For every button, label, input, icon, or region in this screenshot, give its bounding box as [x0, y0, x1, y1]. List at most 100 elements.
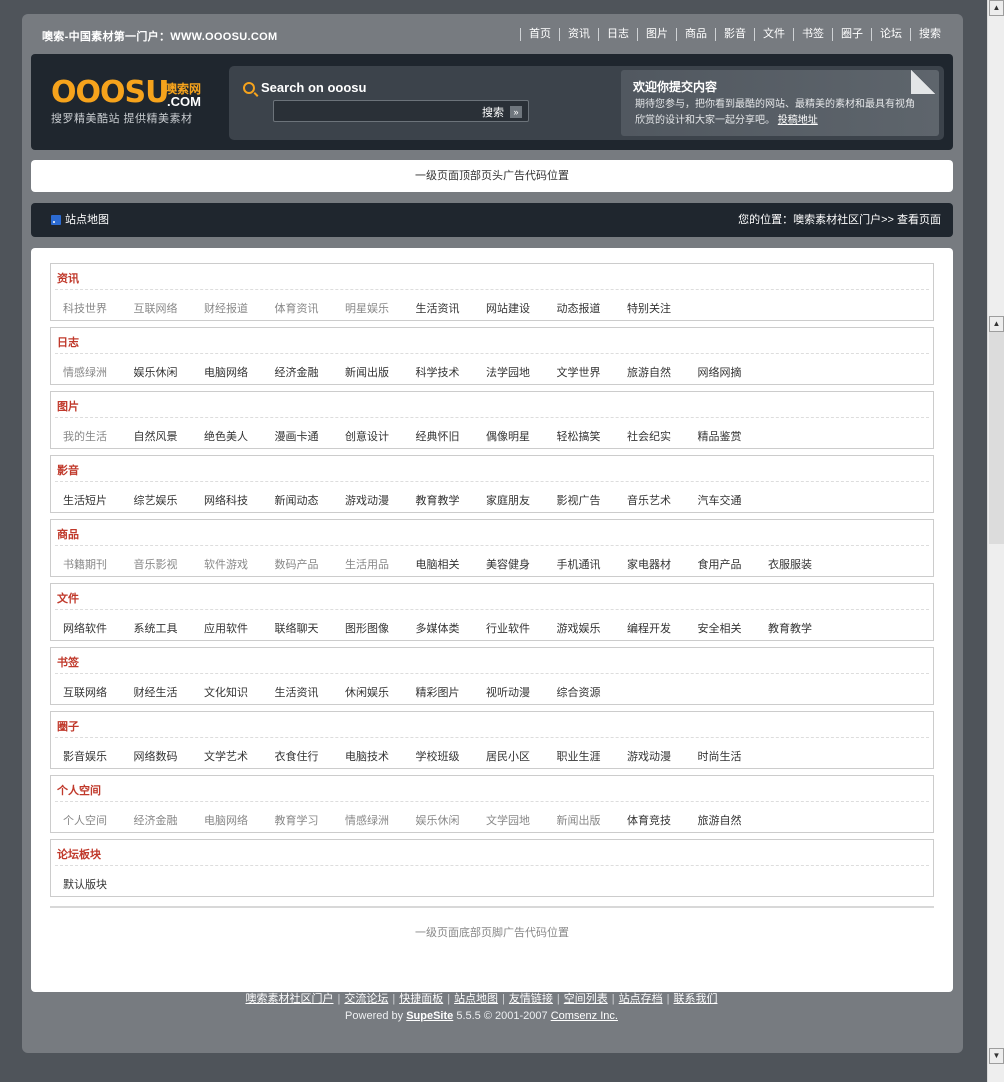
- category-link[interactable]: 时尚生活: [698, 748, 769, 764]
- category-link[interactable]: 娱乐休闲: [134, 364, 205, 380]
- category-link[interactable]: 经济金融: [275, 364, 346, 380]
- category-link[interactable]: 网站建设: [486, 300, 557, 316]
- category-link[interactable]: 网络网摘: [698, 364, 769, 380]
- category-link[interactable]: 精彩图片: [416, 684, 487, 700]
- section-title[interactable]: 图片: [57, 398, 79, 414]
- nav-item[interactable]: 圈子: [832, 28, 871, 41]
- footer-link[interactable]: 友情链接: [509, 993, 553, 1005]
- category-link[interactable]: 网络数码: [134, 748, 205, 764]
- category-link[interactable]: 特别关注: [627, 300, 698, 316]
- category-link[interactable]: 电脑技术: [345, 748, 416, 764]
- category-link[interactable]: 文化知识: [204, 684, 275, 700]
- category-link[interactable]: 娱乐休闲: [416, 812, 487, 828]
- category-link[interactable]: 学校班级: [416, 748, 487, 764]
- category-link[interactable]: 影视广告: [557, 492, 628, 508]
- sitemap-link[interactable]: 站点地图: [51, 203, 109, 237]
- category-link[interactable]: 系统工具: [134, 620, 205, 636]
- category-link[interactable]: 情感绿洲: [63, 364, 134, 380]
- nav-item[interactable]: 文件: [754, 28, 793, 41]
- section-title[interactable]: 圈子: [57, 718, 79, 734]
- category-link[interactable]: 体育竞技: [627, 812, 698, 828]
- category-link[interactable]: 漫画卡通: [275, 428, 346, 444]
- category-link[interactable]: 行业软件: [486, 620, 557, 636]
- category-link[interactable]: 绝色美人: [204, 428, 275, 444]
- category-link[interactable]: 个人空间: [63, 812, 134, 828]
- category-link[interactable]: 创意设计: [345, 428, 416, 444]
- category-link[interactable]: 生活短片: [63, 492, 134, 508]
- footer-link[interactable]: 交流论坛: [344, 993, 388, 1005]
- section-title[interactable]: 资讯: [57, 270, 79, 286]
- category-link[interactable]: 科技世界: [63, 300, 134, 316]
- category-link[interactable]: 游戏动漫: [345, 492, 416, 508]
- category-link[interactable]: 我的生活: [63, 428, 134, 444]
- category-link[interactable]: 明星娱乐: [345, 300, 416, 316]
- category-link[interactable]: 电脑网络: [204, 812, 275, 828]
- category-link[interactable]: 自然风景: [134, 428, 205, 444]
- category-link[interactable]: 多媒体类: [416, 620, 487, 636]
- category-link[interactable]: 综艺娱乐: [134, 492, 205, 508]
- category-link[interactable]: 偶像明星: [486, 428, 557, 444]
- section-title[interactable]: 书签: [57, 654, 79, 670]
- category-link[interactable]: 食用产品: [698, 556, 769, 572]
- category-link[interactable]: 视听动漫: [486, 684, 557, 700]
- category-link[interactable]: 综合资源: [557, 684, 628, 700]
- category-link[interactable]: 情感绿洲: [345, 812, 416, 828]
- category-link[interactable]: 游戏动漫: [627, 748, 698, 764]
- category-link[interactable]: 教育学习: [275, 812, 346, 828]
- scroll-track[interactable]: [989, 332, 1004, 544]
- category-link[interactable]: 教育教学: [768, 620, 839, 636]
- scroll-down-icon[interactable]: ▼: [989, 1048, 1004, 1064]
- category-link[interactable]: 软件游戏: [204, 556, 275, 572]
- nav-item[interactable]: 书签: [793, 28, 832, 41]
- category-link[interactable]: 生活用品: [345, 556, 416, 572]
- category-link[interactable]: 休闲娱乐: [345, 684, 416, 700]
- section-title[interactable]: 文件: [57, 590, 79, 606]
- footer-link[interactable]: 快捷面板: [399, 993, 443, 1005]
- category-link[interactable]: 新闻动态: [275, 492, 346, 508]
- category-link[interactable]: 电脑相关: [416, 556, 487, 572]
- nav-item[interactable]: 图片: [637, 28, 676, 41]
- category-link[interactable]: 网络软件: [63, 620, 134, 636]
- category-link[interactable]: 汽车交通: [698, 492, 769, 508]
- category-link[interactable]: 应用软件: [204, 620, 275, 636]
- nav-item[interactable]: 论坛: [871, 28, 910, 41]
- category-link[interactable]: 生活资讯: [275, 684, 346, 700]
- category-link[interactable]: 旅游自然: [698, 812, 769, 828]
- category-link[interactable]: 互联网络: [134, 300, 205, 316]
- logo[interactable]: OOOSU 噢索网 .COM 搜罗精美酷站 提供精美素材: [51, 78, 211, 126]
- nav-item[interactable]: 搜索: [910, 28, 949, 41]
- category-link[interactable]: 家电器材: [627, 556, 698, 572]
- category-link[interactable]: 生活资讯: [416, 300, 487, 316]
- section-title[interactable]: 影音: [57, 462, 79, 478]
- category-link[interactable]: 法学园地: [486, 364, 557, 380]
- category-link[interactable]: 文学园地: [486, 812, 557, 828]
- category-link[interactable]: 美容健身: [486, 556, 557, 572]
- footer-link[interactable]: 联系我们: [674, 993, 718, 1005]
- category-link[interactable]: 财经生活: [134, 684, 205, 700]
- submit-link[interactable]: 投稿地址: [778, 115, 818, 126]
- nav-item[interactable]: 日志: [598, 28, 637, 41]
- category-link[interactable]: 家庭朋友: [486, 492, 557, 508]
- category-link[interactable]: 编程开发: [627, 620, 698, 636]
- category-link[interactable]: 经济金融: [134, 812, 205, 828]
- category-link[interactable]: 衣服服装: [768, 556, 839, 572]
- category-link[interactable]: 社会纪实: [627, 428, 698, 444]
- category-link[interactable]: 音乐艺术: [627, 492, 698, 508]
- footer-link[interactable]: 站点地图: [454, 993, 498, 1005]
- category-link[interactable]: 影音娱乐: [63, 748, 134, 764]
- section-title[interactable]: 个人空间: [57, 782, 101, 798]
- category-link[interactable]: 图形图像: [345, 620, 416, 636]
- nav-item[interactable]: 商品: [676, 28, 715, 41]
- category-link[interactable]: 新闻出版: [557, 812, 628, 828]
- footer-link[interactable]: 站点存档: [619, 993, 663, 1005]
- category-link[interactable]: 职业生涯: [557, 748, 628, 764]
- category-link[interactable]: 衣食住行: [275, 748, 346, 764]
- category-link[interactable]: 网络科技: [204, 492, 275, 508]
- category-link[interactable]: 联络聊天: [275, 620, 346, 636]
- category-link[interactable]: 新闻出版: [345, 364, 416, 380]
- category-link[interactable]: 经典怀旧: [416, 428, 487, 444]
- category-link[interactable]: 居民小区: [486, 748, 557, 764]
- category-link[interactable]: 文学世界: [557, 364, 628, 380]
- scroll-up-icon[interactable]: ▲: [989, 0, 1004, 16]
- footer-link[interactable]: 空间列表: [564, 993, 608, 1005]
